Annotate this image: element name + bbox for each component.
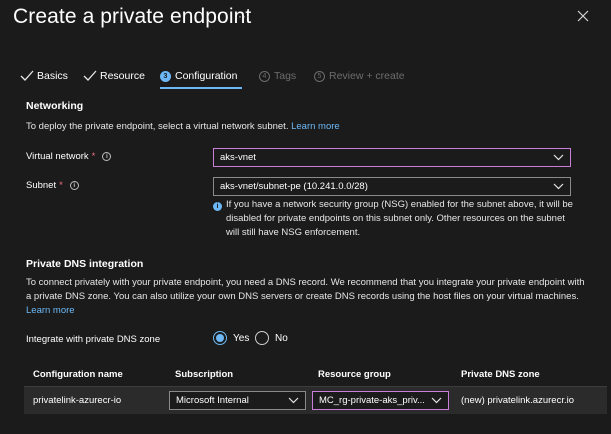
nsg-notice: If you have a network security group (NS… xyxy=(226,199,573,238)
configuration-name-cell: privatelink-azurecr-io xyxy=(33,395,122,406)
chevron-down-icon xyxy=(553,183,564,190)
radio-yes[interactable]: Yes xyxy=(213,331,249,345)
networking-heading: Networking xyxy=(26,100,84,112)
close-button[interactable] xyxy=(576,9,590,23)
step-number-badge: 5 xyxy=(314,70,325,82)
tab-resource[interactable]: Resource xyxy=(83,70,145,82)
tab-label: Tags xyxy=(274,70,297,82)
info-filled-icon: i xyxy=(213,202,222,211)
private-dns-zone-cell: (new) privatelink.azurecr.io xyxy=(461,395,574,406)
info-icon[interactable]: i xyxy=(69,181,79,190)
dns-description: To connect privately with your private e… xyxy=(26,277,585,316)
step-number-badge: 4 xyxy=(259,70,270,82)
networking-learn-more-link[interactable]: Learn more xyxy=(291,121,340,132)
info-icon[interactable]: i xyxy=(102,152,112,161)
column-header-configuration-name: Configuration name xyxy=(33,369,123,380)
step-number-badge: 3 xyxy=(160,70,171,82)
column-header-private-dns-zone: Private DNS zone xyxy=(461,369,540,380)
chevron-down-icon xyxy=(288,397,299,404)
required-marker: * xyxy=(91,151,96,162)
page-title: Create a private endpoint xyxy=(13,5,252,28)
tab-label: Basics xyxy=(37,70,68,82)
tab-configuration[interactable]: 3 Configuration xyxy=(160,70,237,82)
integrate-dns-label: Integrate with private DNS zone xyxy=(26,334,161,345)
subnet-select[interactable]: aks-vnet/subnet-pe (10.241.0.0/28) xyxy=(213,177,571,196)
dns-heading: Private DNS integration xyxy=(26,258,144,270)
radio-unselected-icon xyxy=(255,331,269,345)
virtual-network-select[interactable]: aks-vnet xyxy=(213,148,571,167)
radio-no[interactable]: No xyxy=(255,331,288,345)
subnet-label: Subnet * i xyxy=(26,180,79,191)
networking-description: To deploy the private endpoint, select a… xyxy=(26,121,340,132)
active-tab-indicator xyxy=(160,87,242,89)
tab-tags[interactable]: 4 Tags xyxy=(259,70,296,82)
tab-basics[interactable]: Basics xyxy=(20,70,68,82)
checkmark-icon xyxy=(20,70,34,81)
radio-selected-icon xyxy=(213,331,227,345)
table-divider xyxy=(24,386,607,387)
tab-review-create[interactable]: 5 Review + create xyxy=(314,70,405,82)
checkmark-icon xyxy=(83,70,97,81)
chevron-down-icon xyxy=(553,154,564,161)
virtual-network-label: Virtual network * i xyxy=(26,151,112,162)
chevron-down-icon xyxy=(431,397,442,404)
dns-learn-more-link[interactable]: Learn more xyxy=(26,305,75,316)
more-options-button[interactable]: ··· xyxy=(238,9,250,23)
subscription-select[interactable]: Microsoft Internal xyxy=(169,391,306,410)
tab-label: Resource xyxy=(100,70,145,82)
tab-label: Configuration xyxy=(175,70,238,82)
tab-label: Review + create xyxy=(329,70,405,82)
close-icon xyxy=(577,10,589,22)
column-header-subscription: Subscription xyxy=(175,369,234,380)
column-header-resource-group: Resource group xyxy=(318,369,391,380)
required-marker: * xyxy=(59,180,63,191)
resource-group-select[interactable]: MC_rg-private-aks_priv... xyxy=(312,391,449,410)
